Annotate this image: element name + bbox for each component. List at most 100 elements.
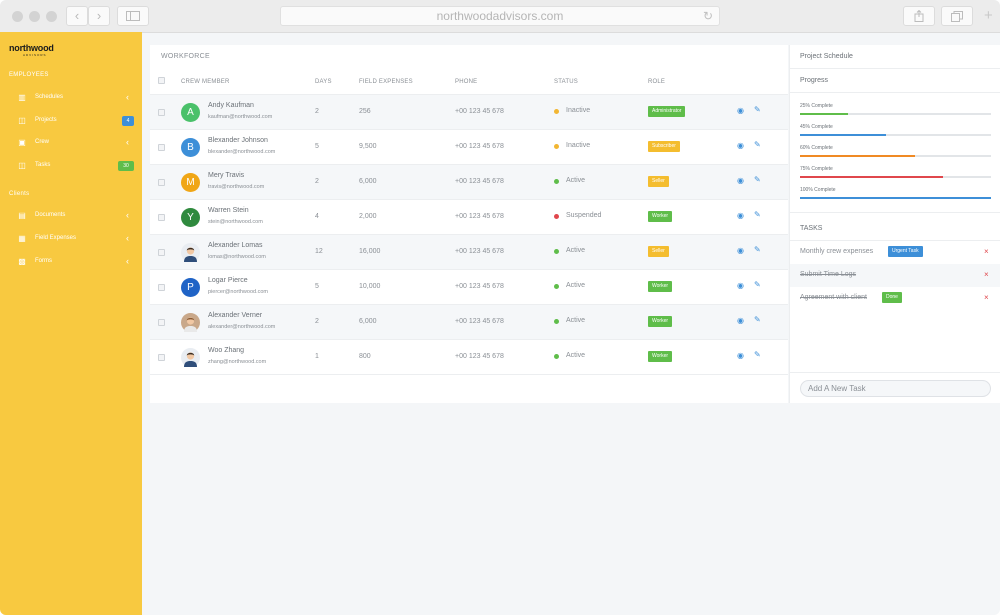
task-text: Monthly crew expenses (800, 248, 874, 255)
edit-pencil-icon[interactable]: ✎ (754, 280, 761, 289)
view-eye-icon[interactable]: ◉ (737, 141, 744, 150)
delete-task-icon[interactable]: × (984, 270, 989, 279)
chevron-left-icon: ‹ (126, 137, 129, 147)
sidebar-item-label: Schedules (35, 94, 64, 100)
table-header: CREW MEMBER DAYS FIELD EXPENSES PHONE ST… (150, 69, 788, 95)
brand-logo[interactable]: northwood (9, 43, 54, 53)
phone-cell: +00 123 45 678 (455, 178, 504, 185)
sidebar-item-crew[interactable]: ▣ Crew ‹ (0, 135, 142, 153)
field-expenses-cell: 6,000 (359, 318, 377, 325)
crew-member-name[interactable]: Mery Travis (208, 172, 244, 179)
row-checkbox[interactable] (158, 179, 165, 186)
delete-task-icon[interactable]: × (984, 293, 989, 302)
crew-member-name[interactable]: Woo Zhang (208, 347, 244, 354)
status-text: Active (566, 247, 586, 254)
crew-member-name[interactable]: Logar Pierce (208, 277, 248, 284)
delete-task-icon[interactable]: × (984, 247, 989, 256)
new-tab-icon[interactable]: + (984, 8, 993, 24)
edit-pencil-icon[interactable]: ✎ (754, 210, 761, 219)
task-item[interactable]: Monthly crew expenses Urgent Task × (790, 241, 1000, 264)
sidebar-item-field-expenses[interactable]: ▦ Field Expenses ‹ (0, 231, 142, 249)
view-eye-icon[interactable]: ◉ (737, 351, 744, 360)
view-eye-icon[interactable]: ◉ (737, 281, 744, 290)
edit-pencil-icon[interactable]: ✎ (754, 350, 761, 359)
column-header-role[interactable]: ROLE (648, 79, 665, 85)
days-cell: 2 (315, 178, 319, 185)
view-eye-icon[interactable]: ◉ (737, 246, 744, 255)
sidebar-item-label: Documents (35, 212, 66, 218)
edit-pencil-icon[interactable]: ✎ (754, 245, 761, 254)
sidebar-item-forms[interactable]: ▩ Forms ‹ (0, 254, 142, 272)
sidebar-item-label: Tasks (35, 162, 51, 168)
edit-pencil-icon[interactable]: ✎ (754, 105, 761, 114)
sidebar-item-documents[interactable]: ▤ Documents ‹ (0, 208, 142, 226)
column-header-phone[interactable]: PHONE (455, 79, 477, 85)
select-all-checkbox[interactable] (158, 77, 165, 84)
project-schedule-panel: Project Schedule Progress 25% Complete 45… (789, 45, 1000, 403)
edit-pencil-icon[interactable]: ✎ (754, 315, 761, 324)
crew-member-name[interactable]: Alexander Lomas (208, 242, 262, 249)
days-cell: 12 (315, 248, 323, 255)
row-checkbox[interactable] (158, 109, 165, 116)
id-card-icon: ▣ (18, 138, 26, 147)
chevron-left-icon: ‹ (126, 233, 129, 243)
days-cell: 5 (315, 143, 319, 150)
row-checkbox[interactable] (158, 214, 165, 221)
bar-chart-icon: ▥ (18, 93, 26, 102)
close-window-dot[interactable] (12, 11, 23, 22)
chevron-left-icon: ‹ (126, 256, 129, 266)
table-row: Y Warren Stein stein@northwood.com 4 2,000 +0… (150, 200, 788, 235)
sidebar-section-clients: Clients (9, 191, 30, 197)
view-eye-icon[interactable]: ◉ (737, 211, 744, 220)
add-task-input[interactable]: Add A New Task (800, 380, 991, 397)
status-dot-icon (554, 109, 559, 114)
task-item[interactable]: Agreement with client Done × (790, 287, 1000, 310)
view-eye-icon[interactable]: ◉ (737, 316, 744, 325)
maximize-window-dot[interactable] (46, 11, 57, 22)
tabs-icon (951, 11, 963, 22)
row-checkbox[interactable] (158, 144, 165, 151)
forward-button[interactable]: › (88, 6, 110, 26)
status-text: Active (566, 317, 586, 324)
back-button[interactable]: ‹ (66, 6, 88, 26)
progress-bar (800, 134, 991, 136)
divider (790, 212, 1000, 213)
progress-label: 60% Complete (800, 145, 833, 151)
task-text: Submit Time Logs (800, 271, 857, 278)
row-checkbox[interactable] (158, 354, 165, 361)
column-header-field-expenses[interactable]: FIELD EXPENSES (359, 79, 413, 85)
sidebar-item-tasks[interactable]: ◫ Tasks 30 (0, 158, 142, 176)
row-checkbox[interactable] (158, 284, 165, 291)
column-header-days[interactable]: DAYS (315, 79, 332, 85)
edit-pencil-icon[interactable]: ✎ (754, 140, 761, 149)
progress-label: 45% Complete (800, 124, 833, 130)
column-header-crew-member[interactable]: CREW MEMBER (181, 79, 230, 85)
crew-member-name[interactable]: Blexander Johnson (208, 137, 268, 144)
form-icon: ▩ (18, 257, 26, 266)
view-eye-icon[interactable]: ◉ (737, 176, 744, 185)
row-checkbox[interactable] (158, 319, 165, 326)
progress-bar-fill (800, 197, 991, 199)
avatar: B (181, 138, 200, 157)
row-checkbox[interactable] (158, 249, 165, 256)
status-text: Inactive (566, 107, 591, 114)
address-bar[interactable]: northwoodadvisors.com ↻ (280, 6, 720, 26)
share-button[interactable] (903, 6, 935, 26)
sidebar-item-projects[interactable]: ◫ Projects 4 (0, 113, 142, 131)
field-expenses-cell: 10,000 (359, 283, 381, 290)
crew-member-name[interactable]: Andy Kaufman (208, 102, 254, 109)
progress-label: 25% Complete (800, 103, 833, 109)
edit-pencil-icon[interactable]: ✎ (754, 175, 761, 184)
reload-icon[interactable]: ↻ (703, 7, 713, 25)
tabs-button[interactable] (941, 6, 973, 26)
avatar (181, 348, 200, 367)
sidebar-toggle-button[interactable] (117, 6, 149, 26)
view-eye-icon[interactable]: ◉ (737, 106, 744, 115)
role-badge: Worker (648, 211, 673, 222)
task-item[interactable]: Submit Time Logs × (790, 264, 1000, 287)
sidebar-item-schedules[interactable]: ▥ Schedules ‹ (0, 90, 142, 108)
minimize-window-dot[interactable] (29, 11, 40, 22)
crew-member-name[interactable]: Warren Stein (208, 207, 249, 214)
column-header-status[interactable]: STATUS (554, 79, 578, 85)
crew-member-name[interactable]: Alexander Verner (208, 312, 262, 319)
